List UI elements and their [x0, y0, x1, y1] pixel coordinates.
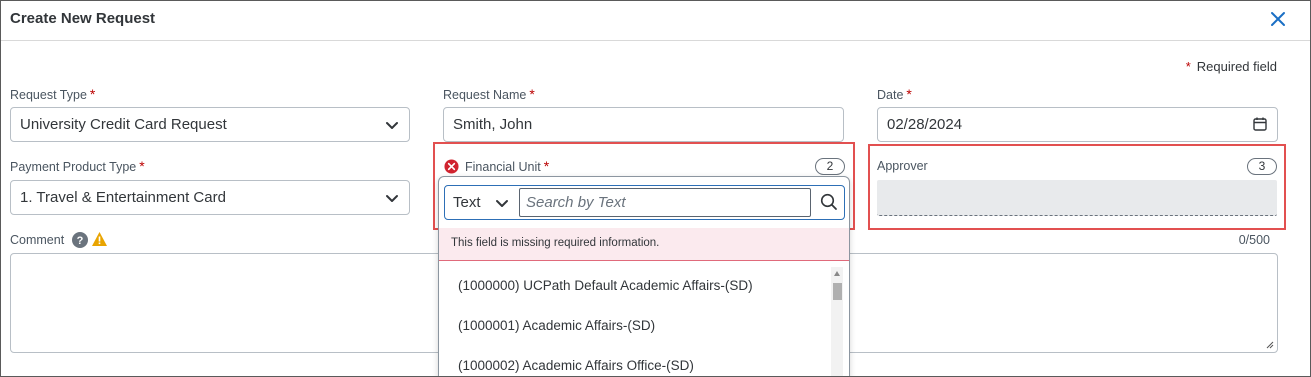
close-button[interactable] [1268, 9, 1288, 29]
request-type-select[interactable]: University Credit Card Request [10, 107, 410, 142]
request-type-label-text: Request Type [10, 88, 87, 102]
search-type-value: Text [453, 194, 481, 211]
payment-product-type-label: Payment Product Type * [10, 158, 145, 174]
chevron-down-icon [496, 200, 508, 207]
date-value: 02/28/2024 [887, 116, 963, 133]
payment-product-type-label-text: Payment Product Type [10, 160, 137, 174]
approver-highlight [868, 144, 1286, 230]
dialog-header: Create New Request [1, 1, 1310, 41]
svg-text:?: ? [77, 235, 84, 247]
comment-label: Comment [10, 233, 65, 247]
request-name-label: Request Name * [443, 86, 535, 102]
comment-character-counter: 0/500 [1238, 233, 1270, 247]
chevron-down-icon [386, 122, 398, 129]
request-name-label-text: Request Name [443, 88, 527, 102]
financial-unit-popover: Text This field is missing required info… [438, 176, 850, 376]
warning-icon [92, 232, 107, 246]
request-name-value: Smith, John [453, 116, 533, 133]
close-icon [1271, 12, 1285, 26]
request-type-label: Request Type * [10, 86, 95, 102]
resize-grip-icon[interactable] [1266, 341, 1274, 349]
date-label: Date * [877, 86, 912, 102]
date-input[interactable]: 02/28/2024 [877, 107, 1278, 142]
list-item[interactable]: (1000001) Academic Affairs-(SD) [439, 305, 831, 345]
financial-unit-search-input[interactable] [519, 188, 811, 217]
payment-product-type-select[interactable]: 1. Travel & Entertainment Card [10, 180, 410, 215]
dialog-title: Create New Request [10, 10, 156, 27]
required-field-note: * Required field [1186, 59, 1277, 74]
search-icon[interactable] [820, 193, 838, 211]
required-star: * [529, 86, 535, 102]
required-star: * [1185, 59, 1191, 74]
scrollbar-thumb[interactable] [833, 283, 842, 300]
required-field-text: Required field [1196, 59, 1277, 74]
list-scrollbar[interactable] [831, 267, 843, 376]
scroll-up-arrow-icon[interactable] [834, 271, 840, 276]
create-request-dialog: Create New Request * Required field Reque… [0, 0, 1311, 377]
help-icon[interactable]: ? [72, 232, 88, 248]
required-star: * [89, 86, 96, 102]
request-type-value: University Credit Card Request [20, 116, 227, 133]
error-message: This field is missing required informati… [439, 228, 849, 261]
date-label-text: Date [877, 88, 904, 102]
list-item[interactable]: (1000002) Academic Affairs Office-(SD) [439, 345, 831, 376]
financial-unit-list: (1000000) UCPath Default Academic Affair… [439, 265, 831, 376]
payment-product-type-value: 1. Travel & Entertainment Card [20, 189, 226, 206]
calendar-icon[interactable] [1252, 116, 1268, 132]
required-star: * [906, 86, 912, 102]
financial-unit-search-bar: Text [444, 185, 845, 220]
chevron-down-icon [386, 195, 398, 202]
request-name-input[interactable]: Smith, John [443, 107, 844, 142]
list-item[interactable]: (1000000) UCPath Default Academic Affair… [439, 265, 831, 305]
required-star: * [139, 158, 145, 174]
search-type-select[interactable]: Text [445, 186, 517, 219]
